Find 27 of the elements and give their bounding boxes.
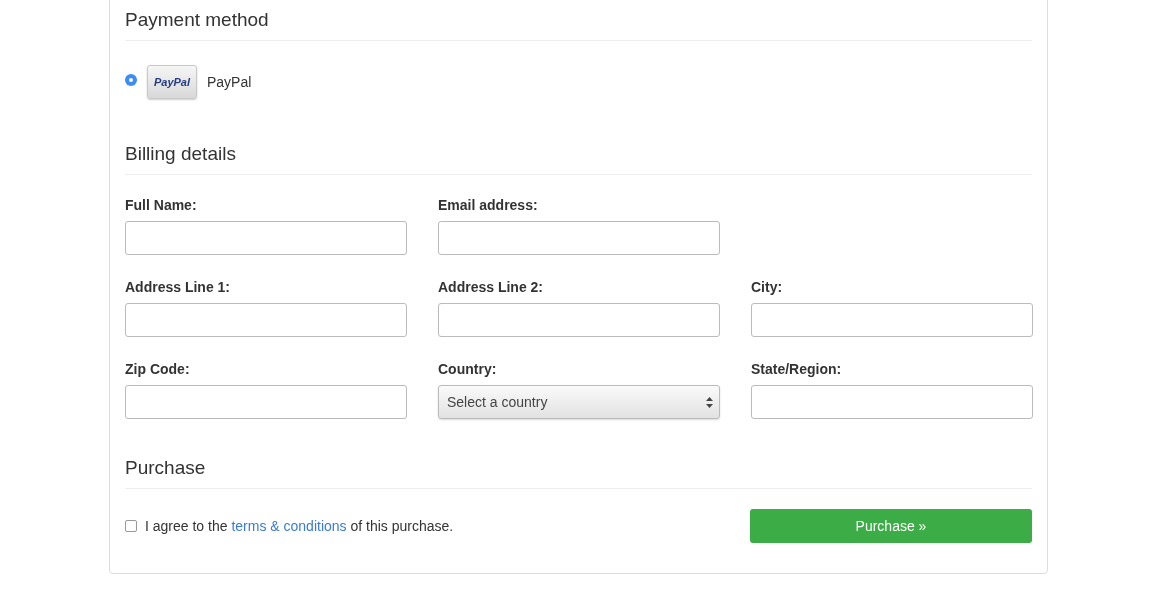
section-title: Purchase [125,457,1032,489]
section-title: Payment method [125,9,1032,41]
purchase-button[interactable]: Purchase » [750,509,1032,543]
input-field[interactable] [125,221,407,255]
input-field[interactable] [438,221,720,255]
input-field[interactable] [125,385,407,419]
country-select[interactable]: Select a country [438,385,720,419]
field-label: State/Region: [751,361,843,378]
option-label: PayPal [207,74,252,90]
field-label: Email address: [438,197,539,214]
section-title: Billing details [125,143,1032,175]
input-field[interactable] [438,303,720,337]
field-label: Country: [438,361,498,378]
input-field[interactable] [751,303,1033,337]
payment-logo: PayPal [147,65,197,99]
field-label: Zip Code: [125,361,191,378]
agreement-text: I agree to the terms & conditions of this purchase. [145,518,454,534]
input-field[interactable] [125,303,407,337]
input-field[interactable] [751,385,1033,419]
field-label: Full Name: [125,197,198,214]
field-label: Address Line 1: [125,279,232,296]
field-label: City: [751,279,784,296]
field-label: Address Line 2: [438,279,545,296]
updown-icon [706,396,713,408]
checkbox[interactable] [125,520,137,532]
radio-button[interactable] [125,74,137,86]
terms-link[interactable]: terms & conditions [231,518,347,534]
